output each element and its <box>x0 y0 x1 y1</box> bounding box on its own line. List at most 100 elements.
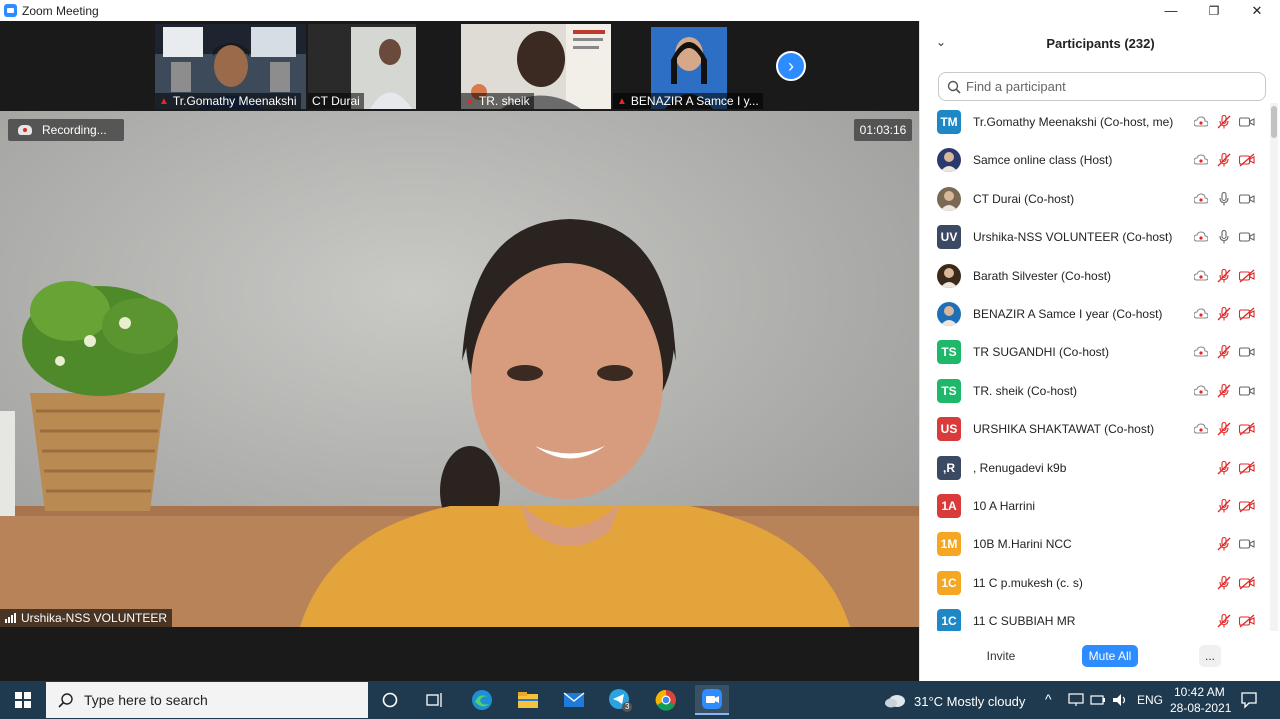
muted-mic-icon[interactable] <box>1216 421 1232 437</box>
participant-avatar: 1C <box>937 609 961 631</box>
muted-mic-icon[interactable] <box>1216 344 1232 360</box>
mic-icon[interactable] <box>1216 191 1232 207</box>
video-off-icon[interactable] <box>1239 575 1255 591</box>
cloud-record-icon <box>1193 421 1209 437</box>
video-icon[interactable] <box>1239 229 1255 245</box>
muted-mic-icon[interactable] <box>1216 114 1232 130</box>
more-options-button[interactable]: ... <box>1199 645 1221 667</box>
participant-row[interactable]: US URSHIKA SHAKTAWAT (Co-host) <box>920 410 1270 448</box>
notification-icon[interactable] <box>1240 691 1258 709</box>
speaker-video-image <box>0 111 919 627</box>
battery-icon[interactable] <box>1090 693 1106 707</box>
participant-row[interactable]: TS TR. sheik (Co-host) <box>920 372 1270 410</box>
cloud-record-icon <box>1193 191 1209 207</box>
participant-row[interactable]: Barath Silvester (Co-host) <box>920 257 1270 295</box>
participant-name: 11 C SUBBIAH MR <box>973 614 1076 629</box>
thumbnail-name-label: CT Durai <box>308 93 364 109</box>
muted-mic-icon[interactable] <box>1216 536 1232 552</box>
thumbnail-name-label: ▲ BENAZIR A Samce I y... <box>613 93 763 109</box>
video-off-icon[interactable] <box>1239 152 1255 168</box>
mail-icon[interactable] <box>559 685 589 715</box>
search-input[interactable] <box>966 79 1256 94</box>
invite-button[interactable]: Invite <box>982 645 1020 667</box>
participant-row[interactable]: 1C 11 C SUBBIAH MR <box>920 602 1270 631</box>
video-icon[interactable] <box>1239 344 1255 360</box>
scrollbar-thumb[interactable] <box>1271 106 1277 138</box>
taskbar-search[interactable] <box>46 682 368 718</box>
participant-row[interactable]: CT Durai (Co-host) <box>920 180 1270 218</box>
participant-row[interactable]: 1M 10B M.Harini NCC <box>920 525 1270 563</box>
participant-row[interactable]: Samce online class (Host) <box>920 141 1270 179</box>
clock-time[interactable]: 10:42 AM <box>1174 685 1225 699</box>
participant-row[interactable]: UV Urshika-NSS VOLUNTEER (Co-host) <box>920 218 1270 256</box>
file-explorer-icon[interactable] <box>513 685 543 715</box>
chevron-up-icon[interactable]: ^ <box>1045 691 1052 707</box>
start-button[interactable] <box>0 681 46 719</box>
participant-scrollbar[interactable] <box>1270 103 1278 631</box>
muted-mic-icon[interactable] <box>1216 383 1232 399</box>
muted-mic-icon[interactable] <box>1216 268 1232 284</box>
video-icon[interactable] <box>1239 383 1255 399</box>
cortana-icon[interactable] <box>375 685 405 715</box>
search-icon <box>947 80 961 94</box>
task-view-icon[interactable] <box>420 685 450 715</box>
muted-mic-icon[interactable] <box>1216 498 1232 514</box>
telegram-icon[interactable]: 3 <box>605 685 635 715</box>
next-page-button[interactable]: › <box>776 51 806 81</box>
video-icon[interactable] <box>1239 191 1255 207</box>
muted-mic-icon[interactable] <box>1216 575 1232 591</box>
close-button[interactable]: ✕ <box>1235 0 1279 21</box>
video-off-icon[interactable] <box>1239 306 1255 322</box>
video-icon[interactable] <box>1239 536 1255 552</box>
muted-mic-icon[interactable] <box>1216 460 1232 476</box>
mic-icon[interactable] <box>1216 229 1232 245</box>
participant-row[interactable]: TS TR SUGANDHI (Co-host) <box>920 333 1270 371</box>
participant-name: 10B M.Harini NCC <box>973 537 1072 552</box>
video-thumbnail[interactable]: CT Durai <box>308 24 416 109</box>
muted-mic-icon[interactable] <box>1216 306 1232 322</box>
video-off-icon[interactable] <box>1239 460 1255 476</box>
participant-row[interactable]: ,R , Renugadevi k9b <box>920 449 1270 487</box>
participant-search[interactable] <box>938 72 1266 101</box>
participant-name: Urshika-NSS VOLUNTEER (Co-host) <box>973 230 1173 245</box>
video-icon[interactable] <box>1239 114 1255 130</box>
maximize-button[interactable]: ❐ <box>1192 0 1236 21</box>
edge-browser-icon[interactable] <box>467 685 497 715</box>
chrome-icon[interactable] <box>651 685 681 715</box>
participant-row[interactable]: 1A 10 A Harrini <box>920 487 1270 525</box>
video-off-icon[interactable] <box>1239 421 1255 437</box>
participant-row[interactable]: TM Tr.Gomathy Meenakshi (Co-host, me) <box>920 103 1270 141</box>
meeting-timer: 01:03:16 <box>854 119 912 141</box>
language-indicator[interactable]: ENG <box>1137 693 1163 707</box>
video-thumbnail[interactable]: ▲ TR. sheik <box>461 24 611 109</box>
clock-date[interactable]: 28-08-2021 <box>1170 701 1231 715</box>
network-icon[interactable] <box>1068 693 1084 707</box>
cloud-record-icon <box>1193 383 1209 399</box>
weather-text[interactable]: 31°C Mostly cloudy <box>914 694 1025 709</box>
participant-status-icons <box>1186 383 1255 399</box>
chevron-right-icon: › <box>788 55 794 76</box>
participant-row[interactable]: BENAZIR A Samce I year (Co-host) <box>920 295 1270 333</box>
video-off-icon[interactable] <box>1239 498 1255 514</box>
muted-mic-icon[interactable] <box>1216 152 1232 168</box>
cloud-record-icon <box>1193 152 1209 168</box>
video-off-icon[interactable] <box>1239 613 1255 629</box>
chevron-down-icon[interactable]: ⌄ <box>936 35 946 49</box>
video-thumbnail[interactable]: ▲ Tr.Gomathy Meenakshi <box>155 24 306 109</box>
muted-mic-icon: ▲ <box>465 95 475 107</box>
muted-mic-icon[interactable] <box>1216 613 1232 629</box>
participant-status-icons <box>1209 613 1255 629</box>
video-thumbnail[interactable]: ▲ BENAZIR A Samce I y... <box>613 24 764 109</box>
windows-taskbar: 3 31°C Mostly cloudy ^ ENG 10:42 AM 28-0… <box>0 681 1280 719</box>
minimize-button[interactable]: — <box>1149 0 1193 21</box>
participant-name: 11 C p.mukesh (c. s) <box>973 575 1083 590</box>
volume-icon[interactable] <box>1112 693 1128 707</box>
recording-indicator[interactable]: Recording... <box>8 119 124 141</box>
zoom-taskbar-icon[interactable] <box>695 685 729 715</box>
taskbar-search-input[interactable] <box>84 692 344 708</box>
participant-row[interactable]: 1C 11 C p.mukesh (c. s) <box>920 564 1270 602</box>
participant-name: Samce online class (Host) <box>973 153 1113 168</box>
participant-avatar <box>937 263 961 288</box>
video-off-icon[interactable] <box>1239 268 1255 284</box>
mute-all-button[interactable]: Mute All <box>1082 645 1138 667</box>
